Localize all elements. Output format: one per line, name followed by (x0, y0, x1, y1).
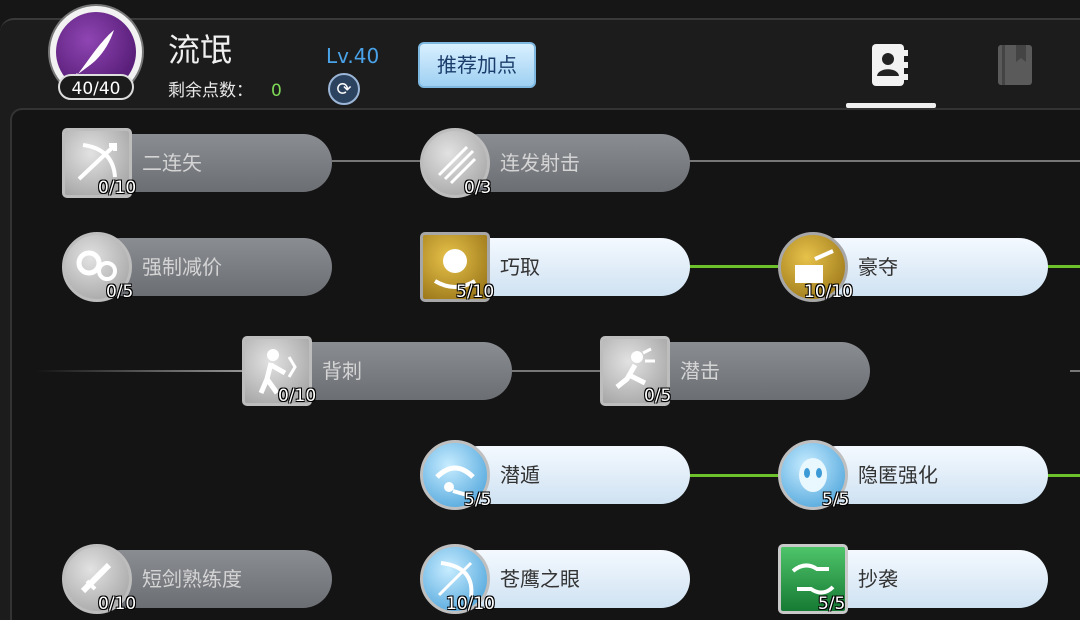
skill-level: 0/10 (98, 594, 137, 614)
skill-node[interactable]: 背刺 0/10 (242, 336, 512, 406)
book-icon (998, 45, 1032, 85)
skill-level: 0/5 (644, 386, 672, 406)
connector (688, 160, 1080, 162)
skill-name: 背刺 (322, 359, 362, 383)
remaining-value: 0 (271, 81, 282, 101)
skill-node[interactable]: 隐匿强化 5/5 (778, 440, 1048, 510)
tab-book[interactable] (994, 42, 1040, 88)
skill-level: 5/5 (822, 490, 850, 510)
connector (512, 370, 610, 372)
skill-name: 短剑熟练度 (142, 567, 242, 591)
skill-node[interactable]: 连发射击 0/3 (420, 128, 690, 198)
class-name: 流氓 (168, 31, 233, 69)
skill-name: 苍鹰之眼 (500, 567, 580, 591)
skill-level: 0/10 (278, 386, 317, 406)
level-label: Lv.40 (326, 44, 380, 68)
skill-node[interactable]: 豪夺 10/10 (778, 232, 1048, 302)
remaining-label: 剩余点数： (168, 81, 253, 101)
skill-level: 5/10 (456, 282, 495, 302)
remaining-points: 剩余点数： 0 (168, 76, 282, 101)
skill-node[interactable]: 潜击 0/5 (600, 336, 870, 406)
connector (1070, 370, 1080, 372)
skill-node[interactable]: 短剑熟练度 0/10 (62, 544, 332, 614)
skill-name: 连发射击 (500, 151, 580, 175)
skill-points-counter: 40/40 (58, 74, 134, 100)
connector-active (1046, 265, 1080, 268)
skill-level: 5/5 (464, 490, 492, 510)
skill-name: 潜击 (680, 359, 720, 383)
connector-active (688, 265, 788, 268)
skill-node[interactable]: 巧取 5/10 (420, 232, 690, 302)
skill-node[interactable]: 苍鹰之眼 10/10 (420, 544, 690, 614)
skill-node[interactable]: 强制减价 0/5 (62, 232, 332, 302)
skill-node[interactable]: 潜遁 5/5 (420, 440, 690, 510)
class-badge[interactable]: 40/40 (50, 6, 142, 100)
skill-name: 二连矢 (142, 151, 202, 175)
skill-level: 0/3 (464, 178, 492, 198)
skill-node[interactable]: 抄袭 5/5 (778, 544, 1048, 614)
skill-level: 5/5 (818, 594, 846, 614)
refresh-button[interactable]: ⟳ (328, 73, 360, 105)
contacts-icon (872, 44, 908, 86)
skill-level: 0/10 (98, 178, 137, 198)
recommend-button[interactable]: 推荐加点 (418, 42, 536, 88)
skill-name: 巧取 (500, 255, 540, 279)
skill-node[interactable]: 二连矢 0/10 (62, 128, 332, 198)
skill-tree: 二连矢 0/10 连发射击 0/3 强制减价 0/5 巧取 5/10 豪夺 10… (10, 108, 1080, 620)
skill-name: 强制减价 (142, 255, 222, 279)
header: 40/40 流氓 剩余点数： 0 Lv.40 ⟳ 推荐加点 (0, 0, 1080, 108)
skill-name: 抄袭 (858, 567, 898, 591)
refresh-icon: ⟳ (336, 78, 352, 100)
connector-active (688, 474, 788, 477)
skill-level: 10/10 (446, 594, 495, 614)
skill-level: 10/10 (804, 282, 853, 302)
connector (36, 370, 250, 372)
skill-level: 0/5 (106, 282, 134, 302)
connector-active (1046, 474, 1080, 477)
skill-name: 隐匿强化 (858, 463, 938, 487)
tab-contacts[interactable] (866, 42, 912, 88)
skill-name: 潜遁 (500, 463, 540, 487)
skill-name: 豪夺 (858, 255, 898, 279)
